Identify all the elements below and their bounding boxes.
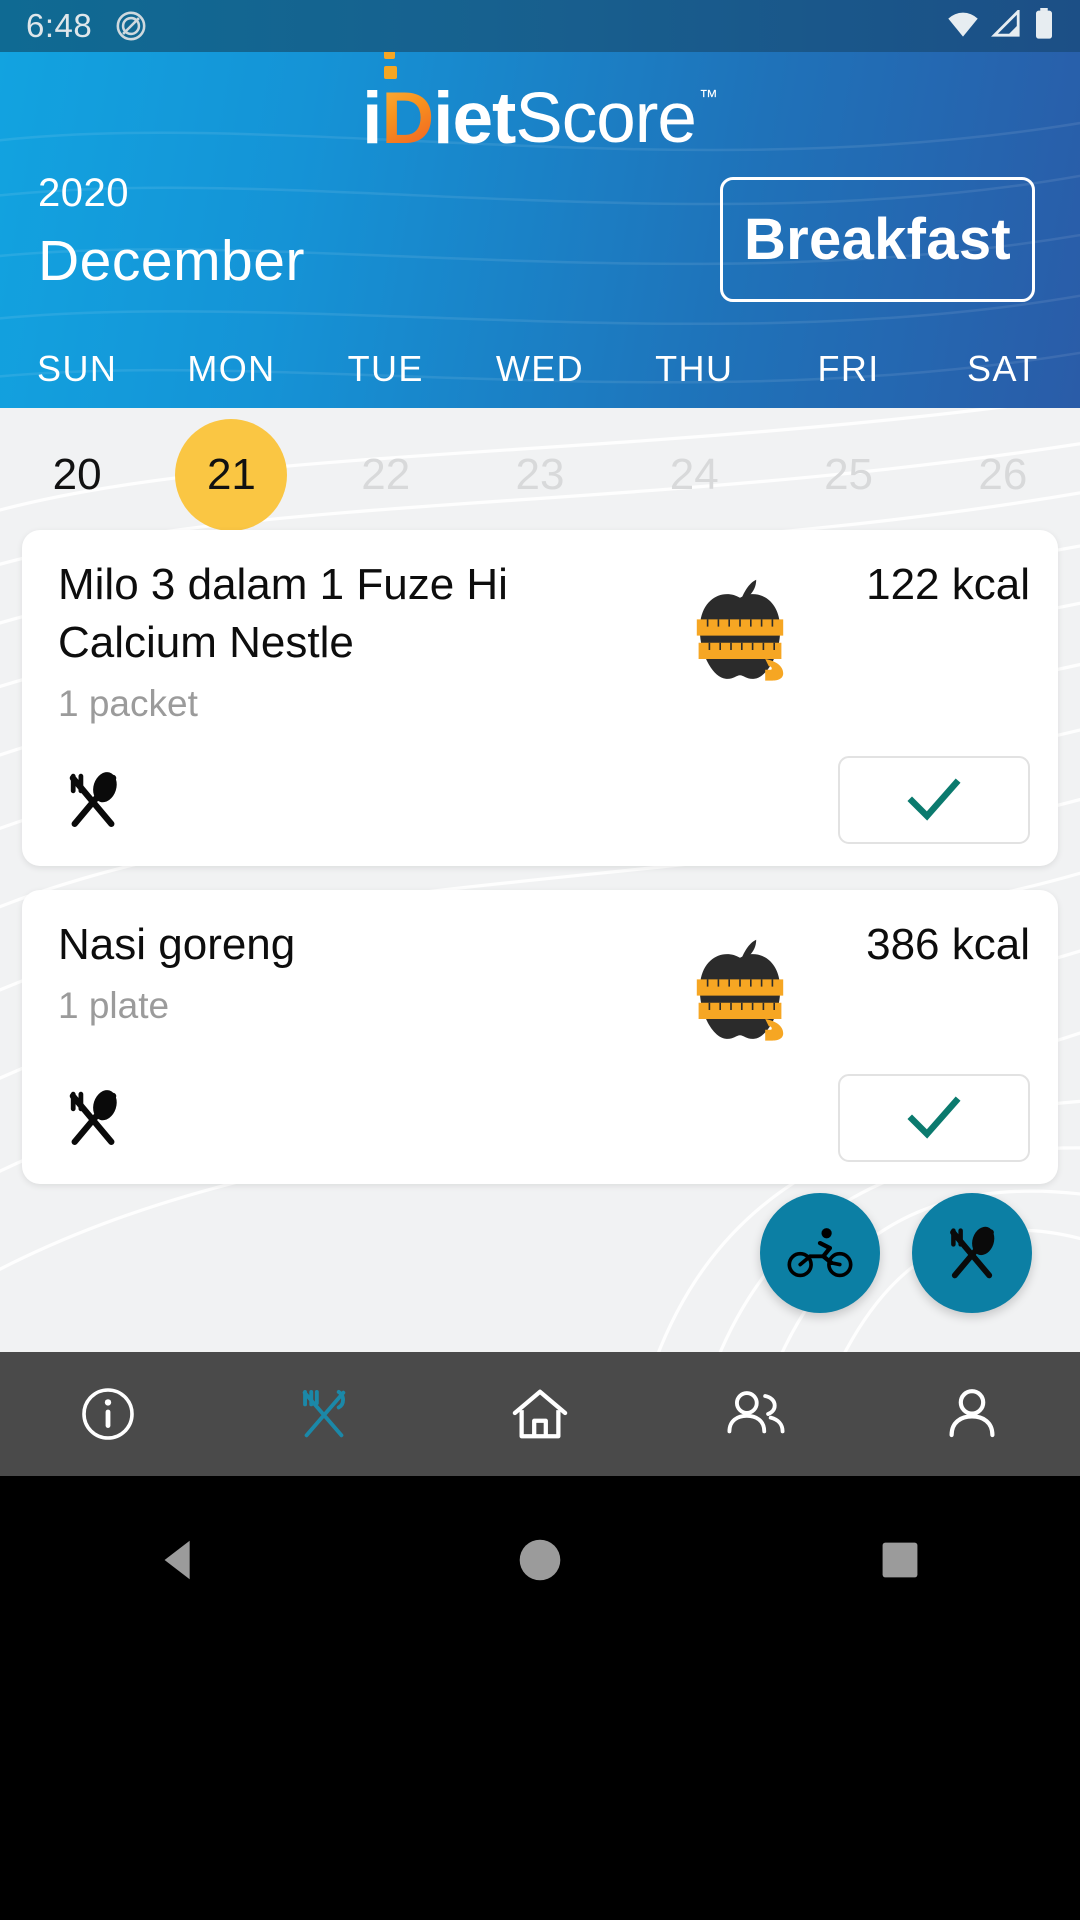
logo-letter-i: i: [362, 52, 398, 155]
fork-knife-icon: [302, 1390, 346, 1438]
info-circle-icon: [82, 1388, 134, 1440]
meal-quantity: 1 plate: [58, 985, 170, 1026]
dnd-icon: [114, 9, 148, 43]
logo-trademark: ™: [698, 87, 718, 108]
meal-type-button[interactable]: Breakfast: [720, 177, 1035, 302]
logo-dot-2: [384, 52, 396, 59]
calendar-day-26-label: 26: [978, 450, 1028, 499]
meal-calories: 122 kcal: [866, 560, 1030, 609]
android-back-button[interactable]: [0, 1533, 360, 1587]
calendar-day-26[interactable]: 26: [926, 450, 1080, 500]
calendar-day-21-selected[interactable]: 21: [154, 419, 308, 531]
triangle-back-icon: [164, 1540, 190, 1580]
calendar-day-24-label: 24: [669, 450, 719, 499]
meal-confirm-button[interactable]: [838, 1074, 1030, 1162]
calendar-day-25[interactable]: 25: [771, 450, 925, 500]
date-display: 2020 December: [38, 170, 305, 296]
battery-icon: [1034, 7, 1054, 45]
app-logo: i D iet Score ™: [0, 52, 1080, 159]
calendar-day-20[interactable]: 20: [0, 450, 154, 500]
check-icon: [907, 778, 961, 821]
signal-icon: [991, 7, 1023, 43]
fork-spoon-icon: [950, 1226, 995, 1279]
android-home-button[interactable]: [360, 1536, 720, 1584]
add-exercise-fab[interactable]: [760, 1193, 880, 1313]
apple-measuring-tape-icon: [680, 916, 800, 1048]
cycling-icon: [787, 1228, 853, 1278]
android-recents-button[interactable]: [720, 1538, 1080, 1582]
logo-text-score: Score: [515, 79, 696, 158]
calendar-date-strip[interactable]: 20 21 22 23 24 25 26: [0, 419, 1080, 531]
android-navigation-bar: [0, 1476, 1080, 1920]
app-header: i D iet Score ™ 2020 December Breakfast …: [0, 52, 1080, 408]
year-label: 2020: [38, 171, 129, 215]
month-label: December: [38, 229, 305, 293]
calendar-day-24[interactable]: 24: [617, 450, 771, 500]
weekday-sun: SUN: [37, 348, 118, 389]
weekday-fri: FRI: [817, 348, 880, 389]
nav-item-info[interactable]: [0, 1386, 216, 1442]
meal-name: Nasi goreng: [58, 920, 296, 969]
nav-item-community[interactable]: [648, 1387, 864, 1441]
weekday-tue: TUE: [347, 348, 424, 389]
calendar-day-23[interactable]: 23: [463, 450, 617, 500]
logo-text-iet: iet: [433, 78, 516, 159]
calendar-day-25-label: 25: [824, 450, 874, 499]
nav-item-home[interactable]: [432, 1385, 648, 1443]
wifi-icon: [946, 10, 980, 43]
fork-spoon-icon: [58, 765, 128, 835]
weekday-header-row: SUN MON TUE WED THU FRI SAT: [0, 348, 1080, 390]
calendar-day-21-label: 21: [206, 450, 256, 499]
fork-spoon-icon: [58, 1083, 128, 1153]
nav-item-diet[interactable]: [216, 1385, 432, 1443]
logo-text-i: i: [362, 78, 382, 159]
weekday-wed: WED: [495, 348, 585, 389]
home-icon: [512, 1389, 568, 1439]
weekday-thu: THU: [655, 348, 734, 389]
meal-card[interactable]: Nasi goreng 1 plate 386 kcal: [22, 890, 1058, 1184]
weekday-sat: SAT: [967, 348, 1039, 389]
people-icon: [727, 1391, 785, 1434]
calendar-day-22[interactable]: 22: [309, 450, 463, 500]
weekday-mon: MON: [187, 348, 276, 389]
nav-item-profile[interactable]: [864, 1386, 1080, 1442]
add-meal-fab[interactable]: [912, 1193, 1032, 1313]
logo-dot-4: [384, 66, 398, 79]
logo-letter-d: D: [381, 78, 434, 159]
floating-action-buttons: [760, 1193, 1032, 1313]
apple-measuring-tape-icon: [680, 556, 800, 688]
app-screen: 6:48 i D iet Score ™ 2020 December Break…: [0, 0, 1080, 1920]
calendar-day-20-label: 20: [52, 450, 102, 499]
person-icon: [949, 1389, 995, 1438]
bottom-navigation-bar: [0, 1352, 1080, 1476]
square-recents-icon: [882, 1542, 918, 1578]
calendar-day-22-label: 22: [361, 450, 411, 499]
check-icon: [907, 1096, 961, 1139]
calendar-day-23-label: 23: [515, 450, 565, 499]
status-bar: 6:48: [0, 0, 1080, 52]
status-bar-time: 6:48: [26, 7, 93, 44]
meal-confirm-button[interactable]: [838, 756, 1030, 844]
meal-card[interactable]: Milo 3 dalam 1 Fuze Hi Calcium Nestle 1 …: [22, 530, 1058, 866]
meal-calories: 386 kcal: [866, 920, 1030, 969]
meal-quantity: 1 packet: [58, 683, 198, 724]
circle-home-icon: [519, 1539, 561, 1581]
meal-list: Milo 3 dalam 1 Fuze Hi Calcium Nestle 1 …: [0, 530, 1080, 1208]
meal-name: Milo 3 dalam 1 Fuze Hi Calcium Nestle: [58, 560, 508, 667]
